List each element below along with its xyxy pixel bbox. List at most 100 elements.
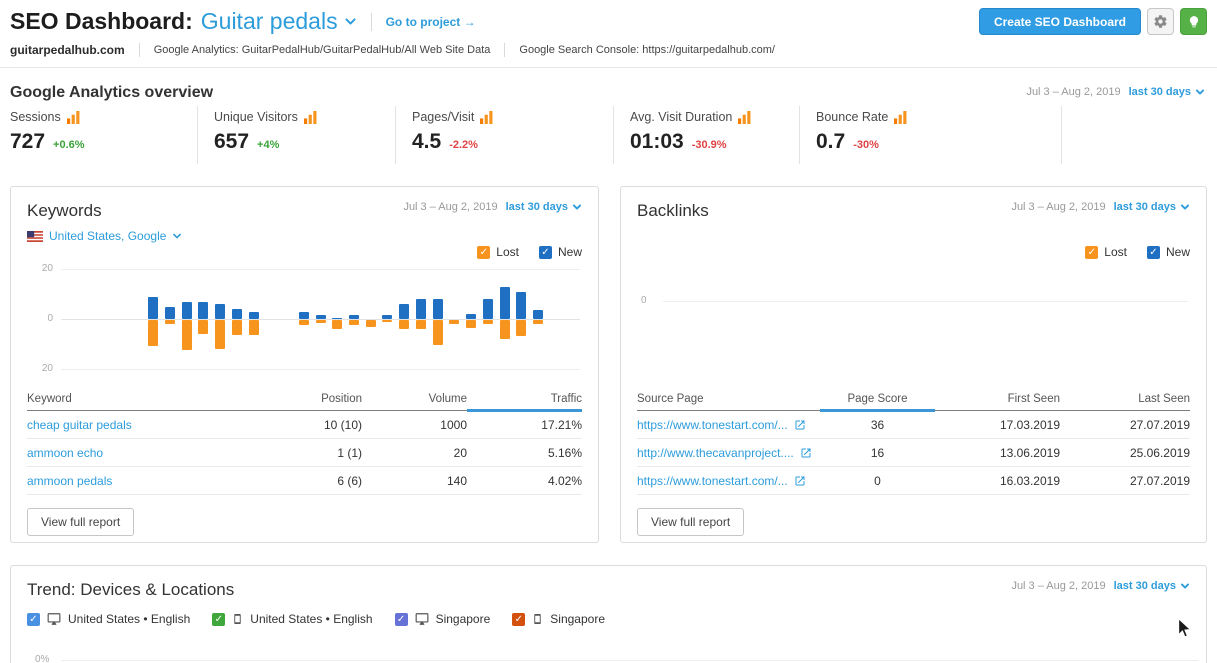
page-score-cell: 0 xyxy=(874,473,881,488)
project-name: Guitar pedals xyxy=(200,8,338,34)
metric-change: -2.2% xyxy=(449,139,478,151)
keywords-table: Keyword Position Volume Traffic cheap gu… xyxy=(27,387,582,495)
metric-avg-visit-duration: Avg. Visit Duration 01:03 -30.9% xyxy=(614,106,800,164)
go-to-project-link[interactable]: Go to project → xyxy=(386,15,476,29)
checkbox-checked-icon: ✓ xyxy=(27,612,40,626)
legend-new-toggle[interactable]: ✓ New xyxy=(1146,245,1190,259)
keyword-link[interactable]: ammoon echo xyxy=(27,446,252,460)
keywords-database-selector[interactable]: United States, Google xyxy=(27,229,582,243)
settings-button[interactable] xyxy=(1147,8,1174,35)
toggle-us-english-desktop[interactable]: ✓ United States • English xyxy=(27,612,190,626)
chart-bar-new xyxy=(348,315,359,319)
legend-label: Lost xyxy=(1104,245,1127,259)
metric-value: 0.7 xyxy=(816,130,846,153)
keywords-panel-title: Keywords xyxy=(27,201,102,220)
period-dropdown[interactable]: last 30 days xyxy=(1114,201,1190,213)
column-header-keyword[interactable]: Keyword xyxy=(27,393,252,405)
project-selector[interactable]: Guitar pedals xyxy=(201,8,357,35)
period-dropdown[interactable]: last 30 days xyxy=(1129,86,1205,98)
chart-bar-lost xyxy=(298,320,309,325)
google-analytics-profile: Google Analytics: GuitarPedalHub/GuitarP… xyxy=(153,44,491,56)
backlinks-panel-title: Backlinks xyxy=(637,201,709,220)
keywords-panel: Keywords Jul 3 – Aug 2, 2019 last 30 day… xyxy=(10,186,599,543)
metric-change: +0.6% xyxy=(53,139,85,151)
toggle-us-english-mobile[interactable]: ✓ United States • English xyxy=(212,612,373,626)
external-link-icon[interactable] xyxy=(794,419,806,431)
legend-label: New xyxy=(557,245,582,259)
chart-bar-new xyxy=(399,304,410,319)
chart-bar-lost xyxy=(415,320,426,329)
column-header-volume[interactable]: Volume xyxy=(362,393,467,405)
source-page-link[interactable]: https://www.tonestart.com/... xyxy=(637,474,788,488)
external-link-icon[interactable] xyxy=(800,447,812,459)
volume-cell: 140 xyxy=(446,473,467,488)
chart-bar-lost xyxy=(248,320,259,335)
column-header-first-seen[interactable]: First Seen xyxy=(935,393,1060,405)
metric-label: Unique Visitors xyxy=(214,110,298,124)
period-dropdown[interactable]: last 30 days xyxy=(506,201,582,213)
zero-gridline xyxy=(61,660,1198,661)
period-dropdown[interactable]: last 30 days xyxy=(1114,580,1190,592)
keywords-view-full-report-button[interactable]: View full report xyxy=(27,508,135,536)
chart-bar-new xyxy=(482,299,493,319)
external-link-icon[interactable] xyxy=(794,475,806,487)
source-page-link[interactable]: http://www.thecavanproject.... xyxy=(637,446,794,460)
toggle-label: United States • English xyxy=(68,612,191,626)
us-flag-icon xyxy=(27,230,43,242)
keywords-date-control: Jul 3 – Aug 2, 2019 last 30 days xyxy=(403,201,582,213)
chart-bar-lost xyxy=(164,320,175,324)
chart-bar-lost xyxy=(198,320,209,334)
column-header-last-seen[interactable]: Last Seen xyxy=(1060,393,1190,405)
toggle-singapore-mobile[interactable]: ✓ Singapore xyxy=(512,612,605,626)
first-seen-cell: 17.03.2019 xyxy=(999,417,1060,432)
keyword-row: ammoon echo 1 (1) 20 5.16% xyxy=(27,439,582,467)
header-divider xyxy=(0,67,1217,68)
trend-series-toggles: ✓ United States • English ✓ United State… xyxy=(27,612,1190,626)
backlinks-panel: Backlinks Jul 3 – Aug 2, 2019 last 30 da… xyxy=(620,186,1207,543)
column-header-position[interactable]: Position xyxy=(252,393,362,405)
checkbox-checked-icon: ✓ xyxy=(394,612,408,626)
source-page-link[interactable]: https://www.tonestart.com/... xyxy=(637,418,788,432)
column-header-page-score[interactable]: Page Score xyxy=(820,393,935,412)
legend-lost-toggle[interactable]: ✓ Lost xyxy=(1085,245,1127,259)
backlinks-date-control: Jul 3 – Aug 2, 2019 last 30 days xyxy=(1011,201,1190,213)
backlink-row: https://www.tonestart.com/... 0 16.03.20… xyxy=(637,467,1190,495)
backlink-row: https://www.tonestart.com/... 36 17.03.2… xyxy=(637,411,1190,439)
traffic-cell: 4.02% xyxy=(547,473,582,488)
volume-cell: 20 xyxy=(453,445,467,460)
metric-unique-visitors: Unique Visitors 657 +4% xyxy=(198,106,396,164)
mobile-icon xyxy=(532,612,543,626)
metric-value: 01:03 xyxy=(630,130,684,153)
google-analytics-icon xyxy=(66,110,80,124)
chart-bar-lost xyxy=(516,320,527,337)
chart-bar-lost xyxy=(148,320,159,347)
y-axis-tick: 20 xyxy=(41,363,53,374)
metric-value: 727 xyxy=(10,130,46,153)
column-header-traffic[interactable]: Traffic xyxy=(467,393,582,412)
backlinks-view-full-report-button[interactable]: View full report xyxy=(637,508,745,536)
chart-bar-new xyxy=(215,304,226,319)
traffic-cell: 17.21% xyxy=(541,417,582,432)
keyword-link[interactable]: cheap guitar pedals xyxy=(27,418,252,432)
chart-bar-new xyxy=(248,311,259,319)
toggle-singapore-desktop[interactable]: ✓ Singapore xyxy=(394,612,490,626)
chevron-down-icon xyxy=(572,202,582,212)
chart-bar-lost xyxy=(382,320,393,322)
chevron-down-icon xyxy=(1180,202,1190,212)
keyword-link[interactable]: ammoon pedals xyxy=(27,474,252,488)
legend-lost-toggle[interactable]: ✓ Lost xyxy=(477,245,519,259)
ideas-button[interactable] xyxy=(1180,8,1207,35)
column-header-source-page[interactable]: Source Page xyxy=(637,393,820,405)
metric-value: 657 xyxy=(214,130,250,153)
trend-date-control: Jul 3 – Aug 2, 2019 last 30 days xyxy=(1011,580,1190,592)
legend-new-toggle[interactable]: ✓ New xyxy=(538,245,582,259)
chevron-down-icon xyxy=(344,15,357,28)
y-axis-tick: 20 xyxy=(41,263,53,274)
first-seen-cell: 16.03.2019 xyxy=(999,473,1060,488)
metric-sessions: Sessions 727 +0.6% xyxy=(10,106,198,164)
create-seo-dashboard-button[interactable]: Create SEO Dashboard xyxy=(978,8,1141,35)
position-cell: 1 (1) xyxy=(337,445,362,460)
chart-bar-lost xyxy=(533,320,544,324)
y-axis-tick: 0% xyxy=(35,654,50,663)
chart-bar-new xyxy=(198,301,209,319)
